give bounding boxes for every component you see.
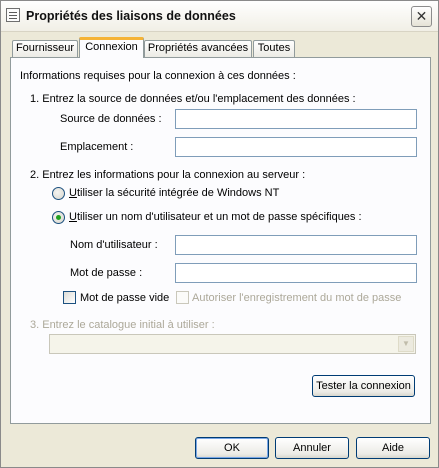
save-password-label: Autoriser l'enregistrement du mot de pas…: [192, 292, 402, 304]
mnemonic-u: U: [69, 211, 77, 223]
close-button[interactable]: ✕: [411, 6, 432, 27]
radio-windows-nt-text: tiliser la sécurité intégrée de Windows …: [76, 187, 280, 199]
password-input[interactable]: [175, 263, 417, 283]
radio-specific-credentials[interactable]: [52, 211, 65, 224]
tab-fournisseur[interactable]: Fournisseur: [12, 40, 78, 57]
intro-text: Informations requises pour la connexion …: [20, 70, 296, 82]
username-input[interactable]: [175, 235, 417, 255]
tab-toutes[interactable]: Toutes: [253, 40, 295, 57]
radio-windows-nt-label[interactable]: Utiliser la sécurité intégrée de Windows…: [69, 187, 279, 199]
tab-connexion[interactable]: Connexion: [79, 37, 144, 58]
ok-button[interactable]: OK: [195, 437, 269, 459]
tab-label: Connexion: [85, 41, 138, 53]
radio-windows-nt-security[interactable]: [52, 187, 65, 200]
tab-label: Toutes: [257, 42, 291, 54]
window-icon: [6, 8, 20, 22]
username-label: Nom d'utilisateur :: [70, 239, 158, 251]
dialog-window: Propriétés des liaisons de données ✕ Fou…: [0, 0, 439, 468]
close-icon: ✕: [415, 8, 428, 24]
datasource-input[interactable]: [175, 109, 417, 129]
initial-catalog-select[interactable]: ▼: [49, 334, 416, 354]
step3-heading: 3. Entrez le catalogue initial à utilise…: [30, 319, 215, 331]
window-title: Propriétés des liaisons de données: [26, 9, 236, 23]
save-password-checkbox[interactable]: [176, 291, 189, 304]
location-label: Emplacement :: [60, 141, 134, 153]
cancel-button[interactable]: Annuler: [275, 437, 349, 459]
step1-heading: 1. Entrez la source de données et/ou l'e…: [30, 93, 356, 105]
chevron-down-icon[interactable]: ▼: [398, 336, 414, 352]
radio-specific-text: tiliser un nom d'utilisateur et un mot d…: [76, 211, 362, 223]
test-connection-button[interactable]: Tester la connexion: [312, 375, 415, 397]
tab-proprietes-avancees[interactable]: Propriétés avancées: [144, 40, 252, 57]
mnemonic-u: U: [69, 187, 77, 199]
tab-label: Propriétés avancées: [147, 42, 249, 54]
title-bar[interactable]: Propriétés des liaisons de données ✕: [1, 1, 438, 32]
help-button[interactable]: Aide: [356, 437, 430, 459]
radio-specific-label[interactable]: Utiliser un nom d'utilisateur et un mot …: [69, 211, 362, 223]
blank-password-label[interactable]: Mot de passe vide: [80, 292, 169, 304]
tab-label: Fournisseur: [15, 42, 75, 54]
password-label: Mot de passe :: [70, 267, 143, 279]
datasource-label: Source de données :: [60, 113, 162, 125]
blank-password-checkbox[interactable]: [63, 291, 76, 304]
location-input[interactable]: [175, 137, 417, 157]
step2-heading: 2. Entrez les informations pour la conne…: [30, 169, 306, 181]
